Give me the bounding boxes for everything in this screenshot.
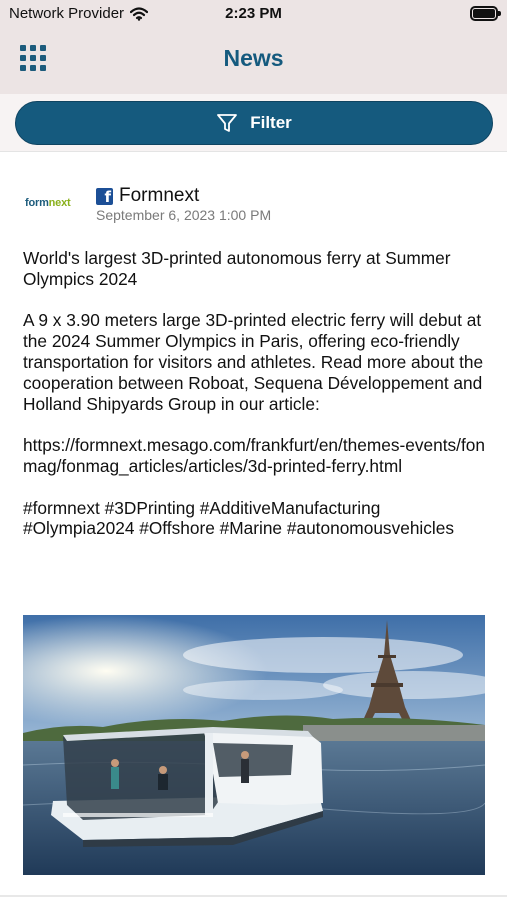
top-bar: Network Provider 2:23 PM News [0, 0, 507, 98]
post-text: A 9 x 3.90 meters large 3D-printed elect… [23, 310, 484, 414]
post-divider [0, 895, 507, 897]
funnel-icon [217, 114, 238, 132]
status-bar: Network Provider 2:23 PM [0, 0, 507, 28]
source-name: Formnext [119, 185, 200, 206]
app-header: News [0, 28, 507, 94]
battery-icon [470, 6, 501, 21]
post-header: formnext f Formnext September 6, 2023 1:… [0, 182, 507, 232]
ferry-eiffel-tower-photo[interactable] [23, 615, 485, 875]
facebook-icon: f [96, 187, 113, 205]
post-source: f Formnext [96, 185, 199, 207]
filter-label: Filter [250, 113, 292, 132]
formnext-logo: formnext [25, 197, 71, 209]
filter-bar: Filter [0, 94, 507, 152]
post-hashtags: #formnext #3DPrinting #AdditiveManufactu… [23, 497, 455, 539]
news-post: formnext f Formnext September 6, 2023 1:… [0, 152, 507, 900]
post-headline: World's largest 3D-printed autonomous fe… [23, 248, 451, 289]
article-link[interactable]: https://formnext.mesago.com/frankfurt/en… [23, 435, 485, 476]
post-date: September 6, 2023 1:00 PM [96, 207, 272, 223]
post-body: World's largest 3D-printed autonomous fe… [23, 248, 485, 560]
filter-button[interactable]: Filter [15, 101, 493, 145]
page-title: News [223, 45, 284, 71]
status-time: 2:23 PM [225, 5, 282, 22]
